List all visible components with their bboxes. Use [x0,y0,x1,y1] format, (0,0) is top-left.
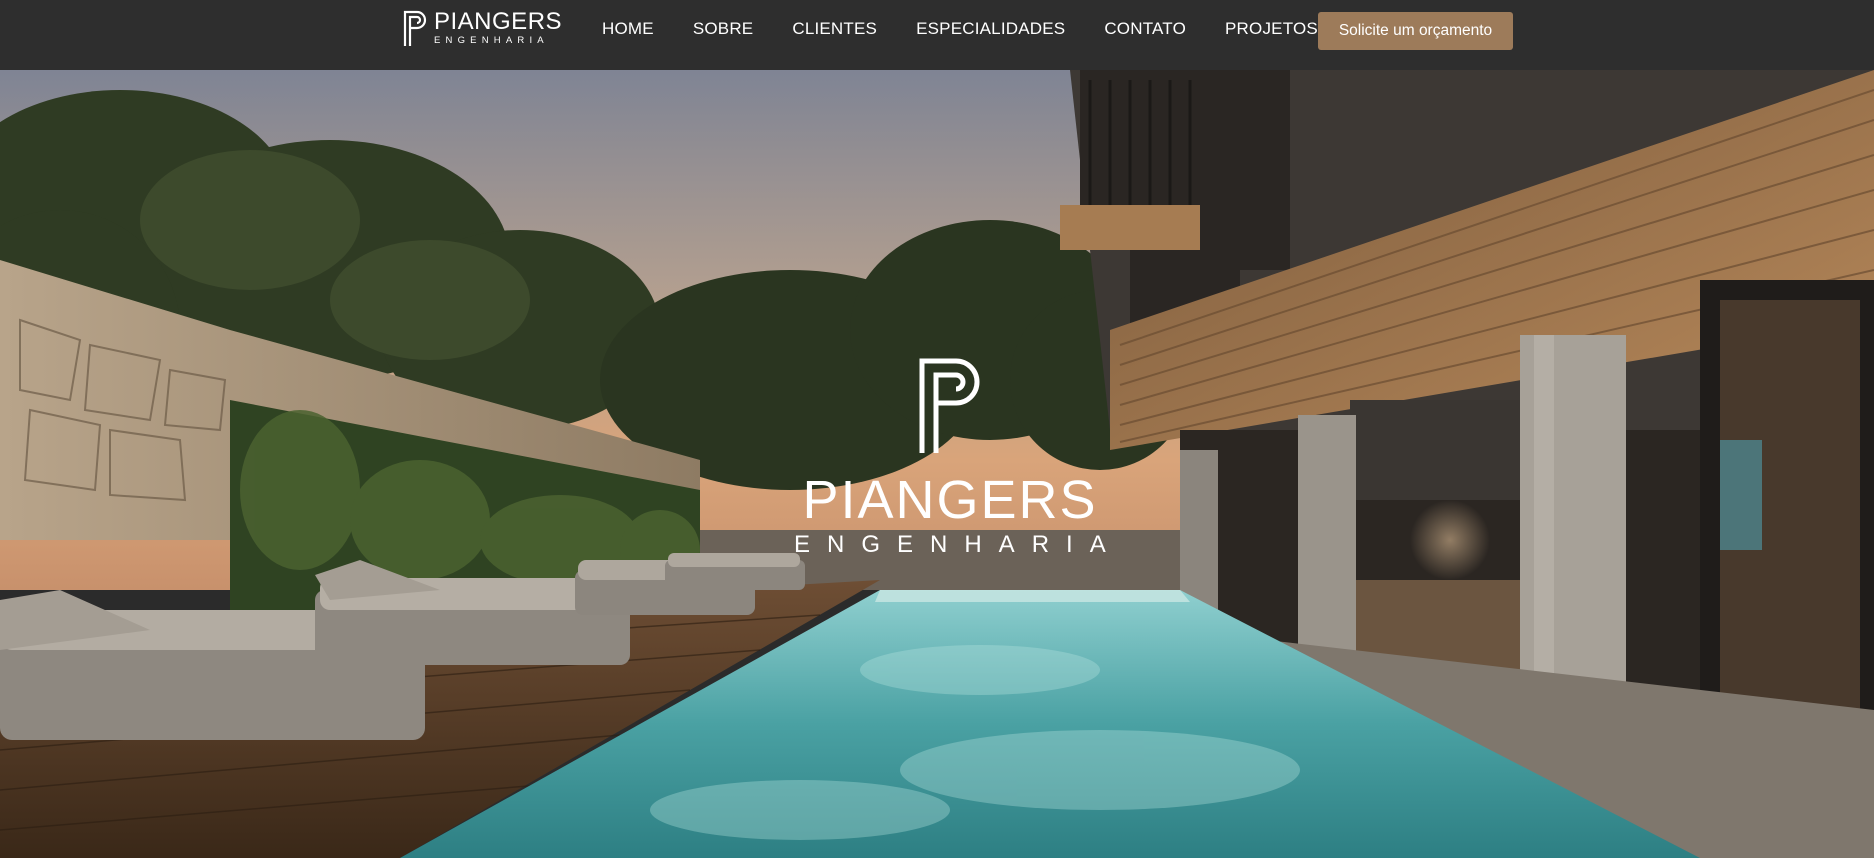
main-nav: HOME SOBRE CLIENTES ESPECIALIDADES CONTA… [602,0,1318,58]
site-header: PIANGERS ENGENHARIA HOME SOBRE CLIENTES … [0,0,1874,70]
nav-clientes[interactable]: CLIENTES [792,19,877,39]
header-logo[interactable]: PIANGERS ENGENHARIA [402,8,562,48]
hero-logo-name: PIANGERS [802,470,1098,530]
nav-contato[interactable]: CONTATO [1104,19,1186,39]
hero-banner: PIANGERS ENGENHARIA [0,70,1874,858]
logo-name: PIANGERS [434,8,563,36]
nav-projetos[interactable]: PROJETOS [1225,19,1318,39]
hero-logo-p-icon [919,358,980,453]
quote-request-button[interactable]: Solicite um orçamento [1318,12,1513,50]
logo-p-icon [403,10,427,46]
logo-tagline: ENGENHARIA [434,35,549,47]
hero-logo-tagline: ENGENHARIA [794,531,1123,558]
nav-especialidades[interactable]: ESPECIALIDADES [916,19,1065,39]
nav-sobre[interactable]: SOBRE [693,19,754,39]
hero-logo: PIANGERS ENGENHARIA [780,355,1120,557]
nav-home[interactable]: HOME [602,19,654,39]
